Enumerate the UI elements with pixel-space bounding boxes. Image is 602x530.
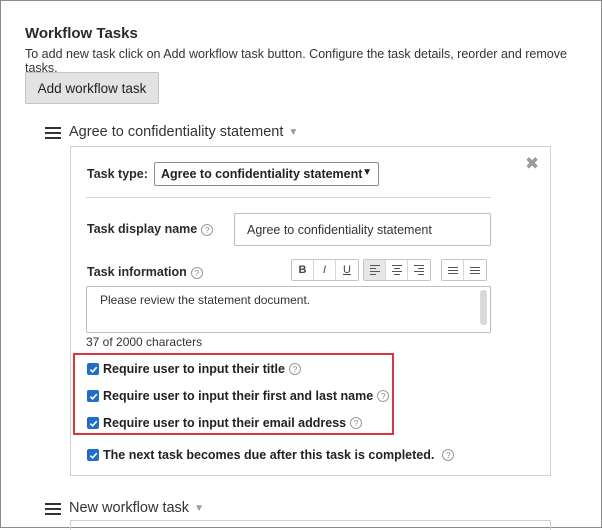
section-title: Workflow Tasks [25,25,138,42]
drag-handle-icon[interactable] [45,127,61,140]
numbered-list-icon [470,265,480,276]
align-right-button[interactable] [408,260,430,280]
task-information-label: Task information? [87,265,203,279]
chevron-down-icon[interactable]: ▼ [194,503,204,514]
align-center-button[interactable] [386,260,408,280]
task-display-name-input[interactable]: Agree to confidentiality statement [234,213,491,246]
divider [86,197,491,198]
task-header[interactable]: New workflow task ▼ [69,500,204,516]
align-left-button[interactable] [364,260,386,280]
align-left-icon [369,263,380,277]
character-count: 37 of 2000 characters [86,335,203,349]
task-header-title: Agree to confidentiality statement [69,124,284,140]
checkbox-label: The next task becomes due after this tas… [103,448,435,462]
highlight-annotation [73,353,394,435]
task-information-textarea[interactable]: Please review the statement document. [86,286,491,333]
task-type-label: Task type: [87,167,148,181]
alignment-toolbar [363,259,431,281]
checkbox-next-task-due[interactable] [87,449,99,461]
bulleted-list-button[interactable] [442,260,464,280]
chevron-down-icon: ▼ [362,167,372,178]
list-toolbar [441,259,487,281]
next-task-due-checkbox-row[interactable]: The next task becomes due after this tas… [87,448,455,462]
task-header-title: New workflow task [69,500,190,516]
help-icon[interactable]: ? [190,266,203,279]
italic-button[interactable]: I [314,260,336,280]
task-type-select[interactable]: Agree to confidentiality statement ▼ [154,162,379,186]
task-display-name-label: Task display name? [87,222,214,236]
text-format-toolbar: B I U [291,259,359,281]
section-description: To add new task click on Add workflow ta… [25,47,567,75]
align-right-icon [414,263,424,277]
numbered-list-button[interactable] [464,260,486,280]
task-header[interactable]: Agree to confidentiality statement ▼ [69,124,298,140]
help-icon[interactable]: ? [201,223,214,236]
align-center-icon [391,263,402,277]
task-type-value: Agree to confidentiality statement [161,167,363,181]
drag-handle-icon[interactable] [45,503,61,516]
bulleted-list-icon [447,265,458,276]
checkmark-icon [89,452,97,459]
scrollbar[interactable] [480,290,487,325]
help-icon[interactable]: ? [442,449,455,461]
bold-button[interactable]: B [292,260,314,280]
workflow-tasks-panel: Workflow Tasks To add new task click on … [0,0,602,530]
task-card [70,520,551,530]
underline-button[interactable]: U [336,260,358,280]
add-workflow-task-button[interactable]: Add workflow task [25,72,159,104]
chevron-down-icon[interactable]: ▼ [288,127,298,138]
close-icon[interactable]: ✖ [525,155,539,172]
